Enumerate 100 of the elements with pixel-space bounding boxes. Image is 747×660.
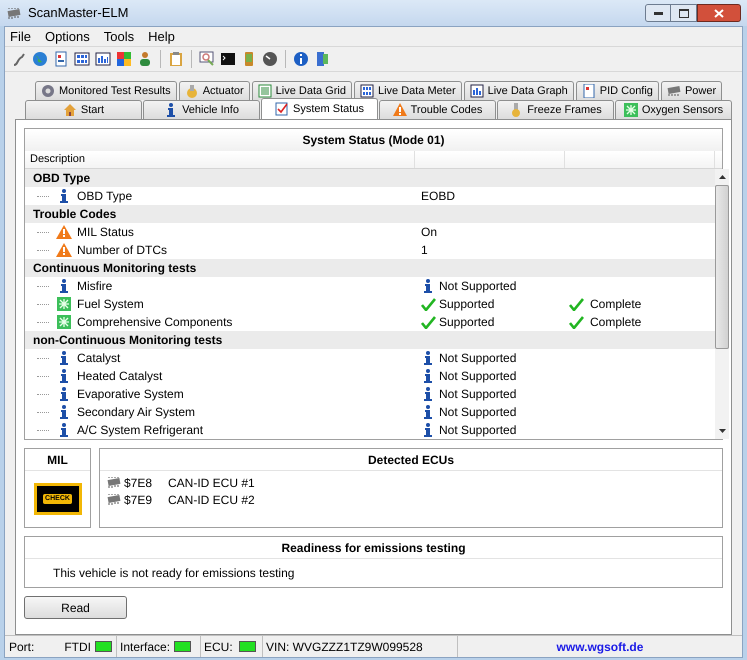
interface-label: Interface: xyxy=(120,638,170,656)
bar-chart-icon xyxy=(470,84,484,98)
info-icon xyxy=(424,387,432,401)
globe-icon[interactable] xyxy=(32,51,48,67)
table-cell-text: 1 xyxy=(421,242,428,259)
mil-title: MIL xyxy=(47,452,68,468)
info-icon xyxy=(60,405,68,419)
table-cell-text: EOBD xyxy=(421,188,456,205)
table-cell-text: Supported xyxy=(439,296,494,313)
tab[interactable]: Trouble Codes xyxy=(379,100,496,119)
menu-item[interactable]: Options xyxy=(44,26,90,46)
checkbox-icon xyxy=(275,102,290,116)
ecu-name: CAN-ID ECU #2 xyxy=(168,492,255,508)
exit-door-icon[interactable] xyxy=(314,51,330,67)
warning-icon xyxy=(56,225,72,239)
tab[interactable]: Live Data Meter xyxy=(354,81,462,100)
row-label: Misfire xyxy=(77,278,112,295)
check-icon xyxy=(420,298,436,310)
document-icon[interactable] xyxy=(53,51,69,67)
website-link[interactable]: www.wgsoft.de xyxy=(556,638,644,656)
group-heading: Continuous Monitoring tests xyxy=(32,260,196,277)
menu-item[interactable]: File xyxy=(10,26,31,46)
table-cell-text: Complete xyxy=(590,296,642,313)
info-icon xyxy=(424,423,432,437)
scrollbar[interactable] xyxy=(715,169,729,439)
person-icon[interactable] xyxy=(137,51,153,67)
tab[interactable]: Power xyxy=(660,81,722,100)
ecu-name: CAN-ID ECU #1 xyxy=(168,474,255,492)
group-heading: OBD Type xyxy=(32,170,90,187)
tab[interactable]: Live Data Graph xyxy=(464,81,574,100)
tab[interactable]: Start xyxy=(25,100,142,119)
tab[interactable]: Vehicle Info xyxy=(143,100,260,119)
row-label: Fuel System xyxy=(77,296,144,313)
window-title: ScanMaster-ELM xyxy=(28,4,128,22)
check-icon xyxy=(569,316,584,328)
grid-icon xyxy=(360,84,374,98)
readiness-message: This vehicle is not ready for emissions testing xyxy=(53,565,294,582)
row-label: Heated Catalyst xyxy=(77,368,162,385)
grid-icon[interactable] xyxy=(74,51,90,67)
tab[interactable]: System Status xyxy=(261,98,378,119)
info-icon xyxy=(60,387,68,401)
chip-icon xyxy=(106,494,122,505)
plug-icon[interactable] xyxy=(11,51,27,67)
info-icon xyxy=(60,189,68,203)
maximize-icon xyxy=(678,8,688,18)
warning-icon xyxy=(56,243,72,257)
terminal-icon[interactable] xyxy=(220,51,236,67)
bar-chart-icon[interactable] xyxy=(95,51,111,67)
magnifier-icon[interactable] xyxy=(199,51,215,67)
ecu-label: ECU: xyxy=(204,638,233,656)
tab[interactable]: Freeze Frames xyxy=(497,100,614,119)
joystick-icon xyxy=(184,84,199,98)
tab[interactable]: Actuator xyxy=(178,81,250,100)
menu-item[interactable]: Tools xyxy=(104,26,134,46)
info-icon xyxy=(60,369,68,383)
table-cell-text: Not Supported xyxy=(439,404,516,421)
table-cell-text: Not Supported xyxy=(439,368,516,385)
tab[interactable]: Oxygen Sensors xyxy=(615,100,732,119)
info-icon xyxy=(424,351,432,365)
maximize-button[interactable] xyxy=(671,4,697,22)
gear-icon xyxy=(41,84,55,98)
info-icon xyxy=(60,423,68,437)
row-label: A/C System Refrigerant xyxy=(77,422,204,439)
ecu-panel-title: Detected ECUs xyxy=(368,452,454,468)
tab[interactable]: Live Data Grid xyxy=(252,81,352,100)
row-label: Catalyst xyxy=(77,350,120,367)
row-label: MIL Status xyxy=(77,224,134,241)
close-button[interactable] xyxy=(697,4,741,22)
minimize-icon xyxy=(654,12,662,14)
clipboard-icon[interactable] xyxy=(168,51,184,67)
table-cell-text: On xyxy=(421,224,438,241)
sparkle-icon xyxy=(624,103,638,117)
tab[interactable]: Monitored Test Results xyxy=(35,81,177,100)
row-label: OBD Type xyxy=(77,188,132,205)
table-cell-text: Not Supported xyxy=(439,386,516,403)
vin-text: VIN: WVGZZZ1TZ9W099528 xyxy=(266,638,423,656)
windows-icon[interactable] xyxy=(116,51,132,67)
scroll-thumb[interactable] xyxy=(715,185,729,349)
table-cell-text: Supported xyxy=(439,314,494,331)
minimize-button[interactable] xyxy=(645,4,671,22)
tab[interactable]: PID Config xyxy=(576,81,659,100)
table-title: System Status (Mode 01) xyxy=(302,132,445,149)
sparkle-icon xyxy=(57,297,71,311)
ecu-id: $7E9 xyxy=(124,492,154,508)
port-value: FTDI xyxy=(64,638,91,656)
info-circle-icon[interactable] xyxy=(293,51,309,67)
read-button[interactable]: Read xyxy=(24,596,127,619)
row-label: Secondary Air System xyxy=(77,404,196,421)
house-icon xyxy=(62,103,77,117)
gauge-icon[interactable] xyxy=(262,51,278,67)
check-icon xyxy=(420,316,436,328)
warning-icon xyxy=(392,103,407,117)
document-icon xyxy=(582,84,596,98)
info-icon xyxy=(60,351,68,365)
chip-icon xyxy=(666,84,681,98)
menu-item[interactable]: Help xyxy=(148,26,175,46)
table-cell-text: Not Supported xyxy=(439,278,516,295)
table-cell-text: Not Supported xyxy=(439,422,516,439)
sparkle-icon xyxy=(57,315,71,329)
info-icon xyxy=(424,279,432,293)
